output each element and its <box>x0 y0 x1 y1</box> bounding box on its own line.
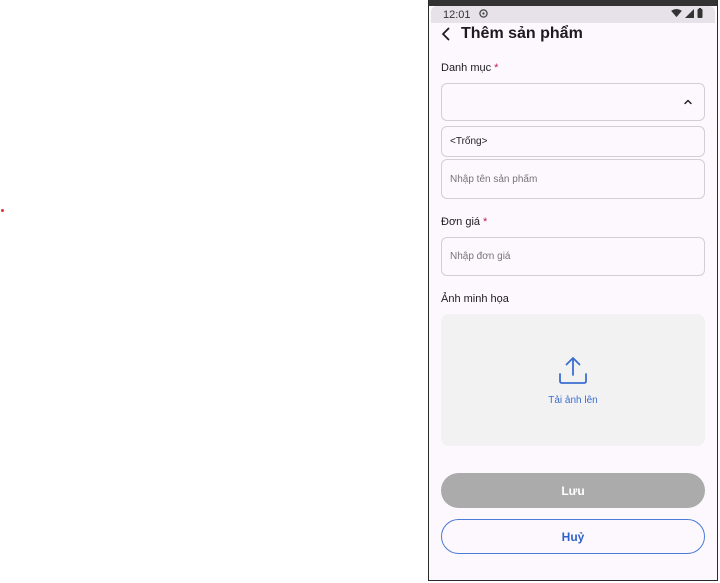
required-mark: * <box>494 62 499 74</box>
chevron-up-icon <box>684 99 692 105</box>
status-app-icon <box>478 8 488 21</box>
status-time: 12:01 <box>443 8 471 21</box>
product-name-input[interactable] <box>441 159 705 199</box>
status-bar: 12:01 <box>431 6 715 23</box>
upload-icon <box>559 356 587 384</box>
price-input[interactable] <box>441 237 705 276</box>
stray-dot <box>1 209 4 212</box>
back-arrow-icon[interactable] <box>441 25 453 43</box>
category-option-empty[interactable]: <Trống> <box>441 126 705 157</box>
signal-icon <box>685 8 694 21</box>
app-header: Thêm sản phẩm <box>441 25 583 43</box>
required-mark: * <box>483 216 488 228</box>
category-label-text: Danh mục <box>441 62 492 74</box>
wifi-icon <box>671 8 682 21</box>
price-label-text: Đơn giá <box>441 216 481 228</box>
cancel-button[interactable]: Huỷ <box>441 519 705 554</box>
price-label: Đơn giá * <box>441 216 487 228</box>
category-dropdown[interactable] <box>441 83 705 121</box>
image-upload-area[interactable]: Tải ảnh lên <box>441 314 705 446</box>
image-label: Ảnh minh họa <box>441 293 509 305</box>
category-label: Danh mục * <box>441 62 498 74</box>
phone-frame: 12:01 Thêm sản phẩm Danh mục * <Trống> N… <box>428 0 718 581</box>
page-title: Thêm sản phẩm <box>461 25 583 42</box>
save-button[interactable]: Lưu <box>441 473 705 508</box>
upload-label: Tải ảnh lên <box>548 394 598 406</box>
battery-icon <box>697 8 703 21</box>
